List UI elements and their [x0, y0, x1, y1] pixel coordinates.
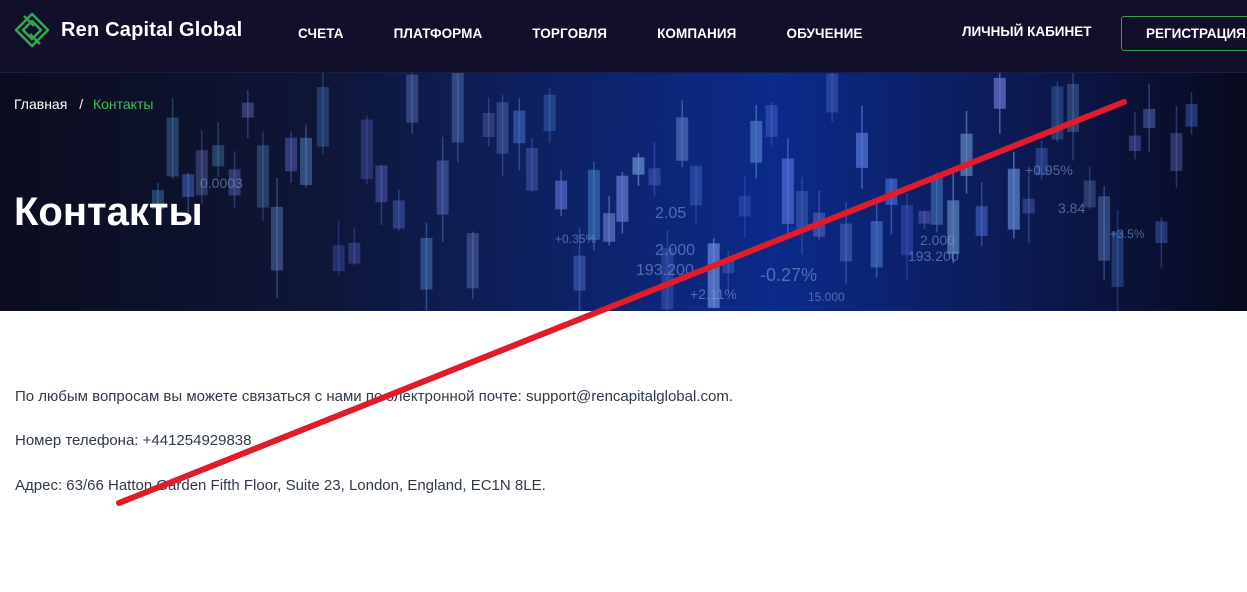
candle-body — [555, 180, 568, 210]
personal-cabinet-link[interactable]: ЛИЧНЫЙ КАБИНЕТ — [962, 24, 1091, 39]
candle-body — [300, 137, 313, 185]
candle-body — [750, 120, 763, 163]
candle-body — [632, 157, 645, 175]
candle-body — [1022, 198, 1035, 214]
candle-body — [840, 223, 853, 262]
breadcrumb-home-link[interactable]: Главная — [14, 96, 67, 112]
candle-body — [813, 212, 826, 237]
candle-body — [392, 200, 405, 229]
chart-bg-label: 193.200 — [908, 248, 959, 264]
chart-bg-label: +0.35% — [555, 232, 596, 246]
chart-bg-label: -0.27% — [760, 265, 817, 285]
candle-body — [406, 74, 419, 123]
candle-body — [676, 117, 689, 161]
chart-bg-label: +2.11% — [690, 286, 737, 302]
chart-bg-label: 15.000 — [808, 290, 845, 304]
chart-bg-label: 2.000 — [920, 232, 955, 248]
contact-phone-line: Номер телефона: +441254929838 — [15, 432, 252, 449]
candle-body — [975, 206, 988, 236]
candle-body — [603, 213, 616, 242]
candle-body — [885, 178, 898, 205]
candle-body — [526, 148, 539, 191]
nav-item-trading[interactable]: ТОРГОВЛЯ — [532, 26, 607, 41]
candle-body — [1007, 168, 1020, 230]
candle-body — [271, 206, 284, 271]
logo[interactable]: Ren Capital Global — [14, 12, 242, 48]
breadcrumb: Главная / Контакты — [14, 96, 153, 112]
candle-body — [1143, 108, 1156, 129]
site-header: Ren Capital Global СЧЕТА ПЛАТФОРМА ТОРГО… — [0, 0, 1247, 73]
candle-body — [496, 102, 509, 154]
nav-item-platform[interactable]: ПЛАТФОРМА — [394, 26, 483, 41]
register-button[interactable]: РЕГИСТРАЦИЯ — [1121, 16, 1247, 51]
chart-bg-label: 3.84 — [1058, 200, 1085, 216]
candle-body — [466, 233, 479, 289]
candle-body — [587, 169, 600, 240]
logo-icon — [14, 12, 50, 48]
candle-body — [348, 242, 361, 264]
candle-body — [738, 195, 751, 217]
candle-body — [316, 86, 329, 147]
candle-body — [241, 102, 254, 118]
candle-body — [918, 211, 931, 224]
candle-body — [212, 145, 225, 167]
candle-body — [616, 175, 629, 222]
candle-body — [1155, 221, 1168, 244]
candle-body — [870, 221, 883, 268]
candle-body — [436, 160, 449, 215]
breadcrumb-separator: / — [79, 96, 84, 112]
candle-body — [796, 190, 809, 229]
candle-body — [765, 105, 778, 137]
chart-bg-label: 2.000 — [655, 242, 695, 259]
chart-bg-label: 2.05 — [655, 205, 686, 222]
contact-email-line: По любым вопросам вы можете связаться с … — [15, 388, 733, 405]
logo-text: Ren Capital Global — [61, 18, 243, 41]
candle-body — [930, 176, 943, 225]
candle-body — [960, 133, 973, 176]
candle-body — [1083, 180, 1096, 208]
candle-body — [690, 165, 703, 206]
chart-bg-label: +3.5% — [1110, 227, 1145, 241]
candle-body — [1185, 103, 1198, 127]
candle-body — [360, 119, 373, 179]
candle-body — [332, 245, 345, 272]
candle-body — [285, 137, 298, 172]
breadcrumb-current: Контакты — [92, 96, 154, 112]
candle-body — [375, 165, 388, 203]
candle-body — [166, 117, 179, 177]
candle-body — [781, 158, 794, 224]
candle-body — [256, 145, 269, 208]
hero-banner: 0.0003 +0.35% 2.05 2.000 193.200 -0.27% 15.000… — [0, 73, 1247, 311]
nav-item-accounts[interactable]: СЧЕТА — [298, 26, 344, 41]
nav-item-education[interactable]: ОБУЧЕНИЕ — [786, 26, 862, 41]
candle-body — [826, 73, 839, 113]
candle-body — [420, 237, 433, 290]
chart-bg-label: +0.95% — [1025, 162, 1073, 178]
candle-body — [722, 260, 735, 274]
chart-bg-label: 193.200 — [636, 262, 694, 279]
candle-body — [1098, 196, 1111, 261]
candle-body — [1067, 83, 1080, 132]
chart-bg-label: 0.0003 — [200, 175, 243, 191]
candle-body — [513, 110, 526, 144]
candle-body — [1170, 133, 1183, 171]
main-nav: СЧЕТА ПЛАТФОРМА ТОРГОВЛЯ КОМПАНИЯ ОБУЧЕН… — [298, 0, 913, 66]
contact-address-line: Адрес: 63/66 Hatton Garden Fifth Floor, … — [15, 477, 546, 494]
candle-body — [855, 132, 868, 168]
candle-body — [1128, 135, 1141, 152]
candle-body — [573, 255, 586, 291]
register-button-label: РЕГИСТРАЦИЯ — [1146, 26, 1246, 41]
candle-body — [451, 73, 464, 143]
candle-body — [482, 113, 495, 138]
page-title: Контакты — [14, 190, 203, 234]
candle-body — [648, 168, 661, 186]
candle-body — [993, 77, 1006, 109]
candle-body — [1051, 86, 1064, 140]
nav-item-company[interactable]: КОМПАНИЯ — [657, 26, 736, 41]
candle-body — [543, 94, 556, 132]
